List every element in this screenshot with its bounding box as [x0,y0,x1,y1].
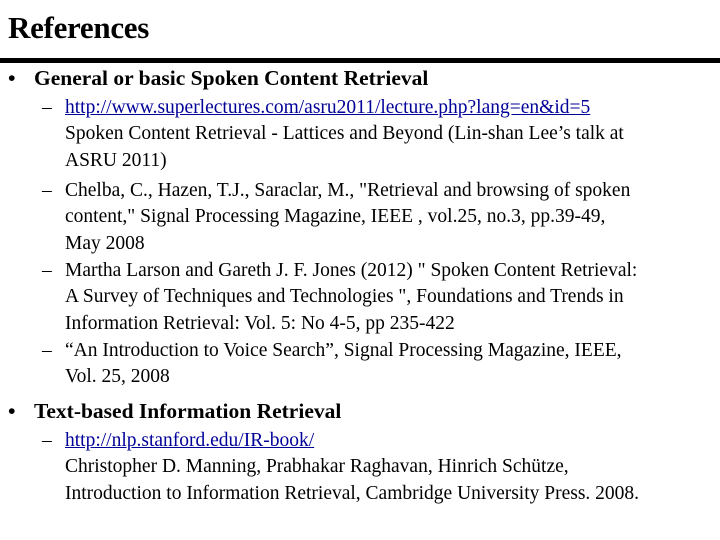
section-heading-text-based-ir: • Text-based Information Retrieval [8,397,341,425]
dash-icon: – [42,430,52,451]
bullet-icon: • [8,399,16,423]
ir-book-link[interactable]: http://nlp.stanford.edu/IR-book/ [65,430,314,451]
reference-line: Information Retrieval: Vol. 5: No 4-5, p… [65,312,455,334]
section-heading-text: Text-based Information Retrieval [34,399,342,423]
reference-line: Spoken Content Retrieval - Lattices and … [65,123,624,145]
section-heading-spoken-content-retrieval: • General or basic Spoken Content Retriev… [8,64,428,92]
reference-line: content," Signal Processing Magazine, IE… [65,206,606,228]
dash-icon: – [42,97,52,118]
bullet-icon: • [8,66,16,90]
dash-icon: – [42,180,52,201]
reference-line: Martha Larson and Gareth J. F. Jones (20… [65,260,638,281]
reference-item: – “An Introduction to Voice Search”, Sig… [42,338,718,391]
title-divider [0,58,720,63]
reference-item: – Chelba, C., Hazen, T.J., Saraclar, M.,… [42,178,718,257]
reference-item: – Martha Larson and Gareth J. F. Jones (… [42,258,718,337]
reference-line: A Survey of Techniques and Technologies … [65,286,624,308]
reference-line: ASRU 2011) [65,149,167,171]
dash-icon: – [42,340,52,361]
reference-line: Chelba, C., Hazen, T.J., Saraclar, M., "… [65,180,631,201]
section-heading-text: General or basic Spoken Content Retrieva… [34,66,429,90]
reference-line: Introduction to Information Retrieval, C… [65,482,640,504]
slide-title: References [8,10,150,45]
reference-line: Christopher D. Manning, Prabhakar Raghav… [65,456,569,478]
reference-item: – http://www.superlectures.com/asru2011/… [42,95,718,174]
reference-item: – http://nlp.stanford.edu/IR-book/ Chris… [42,428,718,507]
reference-line: “An Introduction to Voice Search”, Signa… [65,340,622,361]
reference-line: Vol. 25, 2008 [65,366,170,388]
superlectures-link[interactable]: http://www.superlectures.com/asru2011/le… [65,97,590,118]
reference-line: May 2008 [65,232,145,254]
dash-icon: – [42,260,52,281]
